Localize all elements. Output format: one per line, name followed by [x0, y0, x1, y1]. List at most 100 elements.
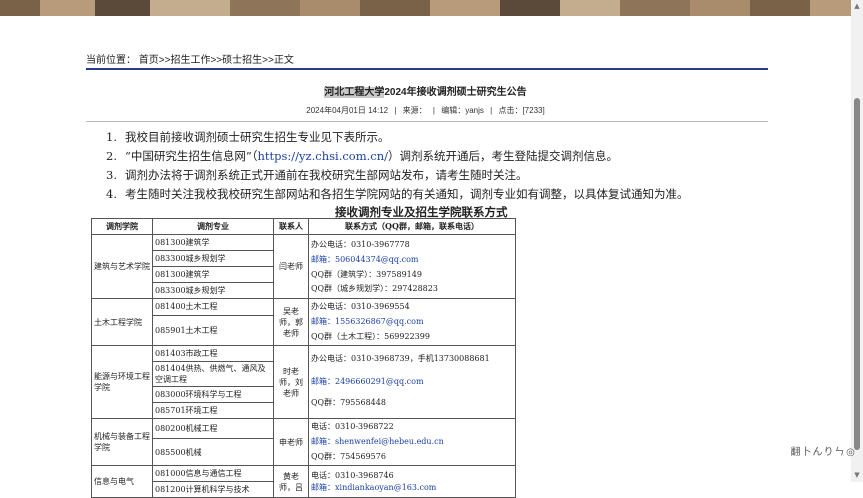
scroll-down-icon[interactable]: ▼ — [853, 471, 861, 479]
banner-block — [230, 0, 300, 16]
scrollbar-thumb[interactable] — [854, 98, 860, 450]
major-cell: 081000信息与通信工程 — [152, 465, 274, 482]
major-cell: 081400土木工程 — [152, 298, 274, 316]
bopomofo-icon[interactable]: ㄣ — [834, 443, 845, 458]
email-link[interactable]: 邮箱：1556326867@qq.com — [311, 314, 513, 330]
settings-icon[interactable]: ◎ — [845, 447, 856, 458]
dept-cell: 土木工程学院 — [91, 298, 153, 346]
item-number: 4. — [106, 187, 117, 201]
article-date: 2024年04月01日 14:12 — [306, 106, 389, 115]
item-text: ）调剂系统开通后，考生登陆提交调剂信息。 — [388, 149, 618, 163]
header-info: 联系方式（QQ群，邮箱，联系电话） — [308, 218, 516, 235]
item-text: 考生随时关注我校我校研究生部网站和各招生学院网站的有关通知，调剂专业如有调整，以… — [125, 187, 689, 201]
contact-cell: 时老师，刘老师 — [273, 345, 309, 419]
info-line: 电话：0310-3968722 — [311, 422, 394, 431]
info-cell: 办公电话：0310-3968739，手机13730088681 邮箱：24966… — [308, 345, 516, 419]
email-link[interactable]: 邮箱：xindiankaoyan@163.com — [311, 482, 513, 494]
meta-divider — [86, 121, 768, 122]
breadcrumb-admissions[interactable]: 招生工作 — [170, 55, 210, 66]
banner-block — [0, 0, 40, 16]
table-header-row: 调剂学院 调剂专业 联系人 联系方式（QQ群，邮箱，联系电话） — [91, 218, 516, 235]
scroll-up-icon[interactable]: ▲ — [853, 2, 861, 10]
hiragana-ri-icon[interactable]: り — [823, 443, 834, 458]
major-cell: 081200计算机科学与技术 — [152, 481, 274, 498]
major-cell: 085500机械 — [152, 438, 274, 466]
email-link[interactable]: 邮箱：506044374@qq.com — [311, 252, 513, 268]
major-cell: 083300城乡规划学 — [152, 250, 274, 267]
breadcrumb-sep: >> — [262, 55, 274, 66]
dept-cell: 机械与装备工程学院 — [91, 418, 153, 466]
major-cell: 083300城乡规划学 — [152, 282, 274, 299]
major-cell: 083000环境科学与工程 — [152, 386, 274, 403]
banner-block — [810, 0, 851, 16]
banner-block — [95, 0, 150, 16]
info-line: QQ群（土木工程）：569922399 — [311, 332, 430, 341]
table-row: 建筑与艺术学院 081300建筑学 闫老师 办公电话：0310-3967778 … — [91, 234, 516, 299]
list-item: 3. 调剂办法将于调剂系统正式开通前在我校研究生部网站发布，请考生随时关注。 — [106, 166, 689, 185]
header-major: 调剂专业 — [152, 218, 274, 235]
list-item: 1. 我校目前接收调剂硕士研究生招生专业见下表所示。 — [106, 128, 689, 147]
list-item: 2. “中国研究生招生信息网”（https://yz.chsi.com.cn/）调… — [106, 147, 689, 166]
breadcrumb-sep: >> — [210, 55, 223, 66]
title-rest: 2024年接收调剂硕士研究生公告 — [384, 87, 527, 98]
info-line: 办公电话：0310-3967778 — [311, 239, 410, 249]
email-link[interactable]: 邮箱：shenwenfei@hebeu.edu.cn — [311, 434, 513, 450]
major-cell: 081300建筑学 — [152, 234, 274, 251]
breadcrumb-divider — [86, 68, 768, 70]
item-number: 1. — [106, 130, 117, 144]
breadcrumb-masters[interactable]: 硕士招生 — [222, 55, 262, 66]
contact-table: 调剂学院 调剂专业 联系人 联系方式（QQ群，邮箱，联系电话） 建筑与艺术学院 … — [91, 218, 516, 498]
meta-sep: | — [394, 106, 397, 115]
info-line: 办公电话：0310-3968739，手机13730088681 — [311, 354, 490, 363]
list-item: 4. 考生随时关注我校我校研究生部网站和各招生学院网站的有关通知，调剂专业如有调整… — [106, 185, 689, 204]
info-line: QQ群：754569576 — [311, 452, 386, 461]
article-title: 河北工程大学2024年接收调剂硕士研究生公告 — [0, 83, 851, 98]
chsi-link[interactable]: https://yz.chsi.com.cn/ — [258, 149, 388, 163]
item-text: 调剂办法将于调剂系统正式开通前在我校研究生部网站发布，请考生随时关注。 — [125, 168, 528, 182]
scrollbar[interactable]: ▲ ▼ — [851, 0, 863, 482]
notice-list: 1. 我校目前接收调剂硕士研究生招生专业见下表所示。 2. “中国研究生招生信息网”… — [106, 128, 689, 204]
table-row: 信息与电气 081000信息与通信工程 黄老师，吕 电话：0310-396874… — [91, 465, 516, 498]
banner-block — [500, 0, 560, 16]
article-clicks: 点击：[7233] — [498, 106, 545, 115]
breadcrumb-prefix: 当前位置： — [86, 55, 136, 66]
dept-cell: 建筑与艺术学院 — [91, 234, 153, 299]
banner-block — [40, 0, 95, 16]
breadcrumb: 当前位置： 首页>>招生工作>>硕士招生>>正文 — [86, 51, 294, 66]
info-line: 电话：0310-3968746 — [311, 470, 394, 480]
major-cell: 085701环境工程 — [152, 402, 274, 419]
pin-icon[interactable]: 卜 — [801, 443, 812, 458]
item-number: 3. — [106, 168, 117, 182]
dept-cell: 能源与环境工程学院 — [91, 345, 153, 419]
banner-block — [150, 0, 230, 16]
header-banner — [0, 0, 851, 16]
translate-icon[interactable]: 翻 — [790, 443, 801, 458]
major-cell: 081404供热、供燃气、通风及空调工程 — [152, 361, 274, 387]
floating-toolbar: 翻卜んりㄣ ◎ — [790, 443, 856, 458]
hiragana-n-icon[interactable]: ん — [812, 443, 823, 458]
banner-block — [690, 0, 750, 16]
info-line: QQ群（建筑学）：397589149 — [311, 269, 422, 279]
info-line: QQ群（城乡规划学）：297428823 — [311, 283, 438, 293]
info-cell: 办公电话：0310-3967778 邮箱：506044374@qq.com QQ… — [308, 234, 516, 299]
breadcrumb-home[interactable]: 首页 — [139, 55, 159, 66]
contact-cell: 申老师 — [273, 418, 309, 466]
major-cell: 085901土木工程 — [152, 314, 274, 347]
info-line: 办公电话：0310-3969554 — [311, 302, 410, 311]
contact-cell: 闫老师 — [273, 234, 309, 299]
breadcrumb-sep: >> — [158, 55, 171, 66]
item-number: 2. — [106, 149, 117, 163]
breadcrumb-body: 正文 — [273, 55, 294, 66]
header-contact: 联系人 — [273, 218, 309, 235]
banner-block — [430, 0, 500, 16]
major-cell: 080200机械工程 — [152, 418, 274, 439]
article-source: 来源： — [402, 106, 427, 115]
banner-block — [360, 0, 430, 16]
banner-block — [620, 0, 690, 16]
meta-sep: | — [490, 106, 493, 115]
article-meta: 2024年04月01日 14:12 | 来源： | 编辑：yanjs | 点击：… — [0, 105, 851, 116]
info-cell: 办公电话：0310-3969554 邮箱：1556326867@qq.com Q… — [308, 298, 516, 346]
title-highlight: 河北工程大学 — [324, 87, 385, 98]
table-row: 能源与环境工程学院 081403市政工程 时老师，刘老师 办公电话：0310-3… — [91, 345, 516, 419]
email-link[interactable]: 邮箱：2496660291@qq.com — [311, 370, 513, 394]
